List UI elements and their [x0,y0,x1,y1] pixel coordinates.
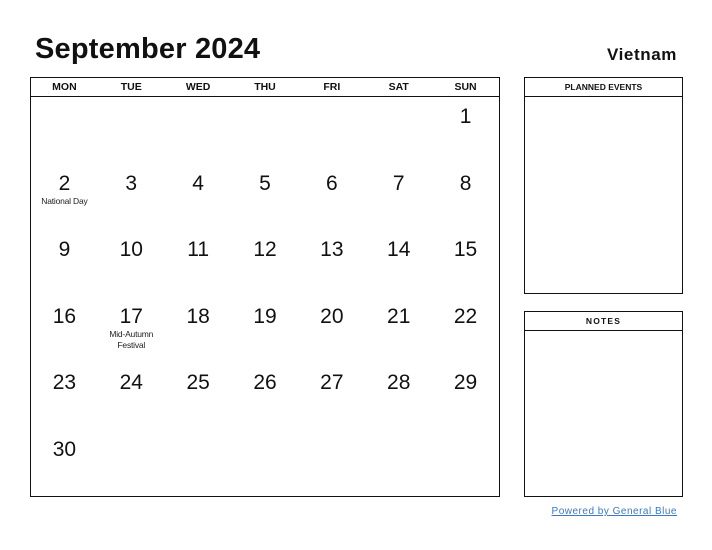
day-cell: 1 [432,97,499,164]
weekday-sun: SUN [454,81,477,93]
country-label: Vietnam [606,45,677,64]
day-number: 18 [186,304,210,328]
day-cell: 9 [31,230,98,297]
day-cell: 11 [165,230,232,297]
day-number: 28 [387,371,411,394]
day-number: 12 [253,238,277,261]
day-number: 10 [119,238,143,261]
empty-day-cell [298,97,365,164]
empty-day-cell [165,97,232,164]
day-cell: 10 [98,230,165,297]
day-cell: 2 National Day [31,164,98,231]
calendar-body: 1 2 National Day 3 4 5 6 7 8 9 10 11 12 13 14 15 16 17 Mid… [31,97,499,496]
day-number: 4 [192,171,204,195]
day-cell: 4 [165,164,232,231]
day-number: 26 [253,371,277,394]
day-cell: 29 [432,363,499,430]
day-cell: 19 [232,297,299,364]
day-cell: 14 [365,230,432,297]
holiday-label: National Day [41,195,88,206]
weekday-fri: FRI [323,81,341,93]
empty-day-cell [98,97,165,164]
empty-day-cell [31,97,98,164]
day-number: 24 [119,371,143,394]
day-number: 5 [259,171,271,195]
weekday-mon: MON [52,81,77,93]
day-cell: 25 [165,363,232,430]
day-number: 23 [52,371,77,394]
day-cell: 22 [432,297,499,364]
weekday-wed: WED [185,81,211,93]
planned-events-box: PLANNED EVENTS [524,77,683,294]
day-cell: 27 [298,363,365,430]
empty-day-cell [365,430,432,497]
empty-day-cell [98,430,165,497]
page-title: September 2024 [35,33,261,65]
day-number: 22 [453,304,478,328]
day-cell: 13 [298,230,365,297]
day-number: 27 [320,371,344,394]
weekday-header: MON TUE WED THU FRI SAT SUN [31,78,499,97]
day-number: 21 [387,304,411,328]
day-cell: 8 [432,164,499,231]
day-number: 29 [453,371,478,394]
day-number: 25 [186,371,210,394]
day-cell: 7 [365,164,432,231]
planned-events-heading: PLANNED EVENTS [525,78,682,97]
day-number: 15 [453,238,478,261]
calendar-grid: MON TUE WED THU FRI SAT SUN 1 2 National D… [30,77,500,497]
day-cell: 6 [298,164,365,231]
day-number: 8 [459,171,472,195]
day-number: 30 [52,437,77,461]
day-number: 1 [459,105,472,128]
day-number: 19 [253,304,277,328]
notes-box: NOTES [524,311,683,497]
empty-day-cell [232,97,299,164]
day-cell: 20 [298,297,365,364]
empty-day-cell [298,430,365,497]
day-cell: 18 [165,297,232,364]
day-number: 20 [320,304,344,328]
day-cell: 23 [31,363,98,430]
day-cell: 5 [232,164,299,231]
powered-by-link[interactable]: Powered by General Blue [552,506,677,517]
day-cell: 21 [365,297,432,364]
weekday-sat: SAT [388,81,409,93]
empty-day-cell [432,430,499,497]
day-cell: 28 [365,363,432,430]
notes-heading: NOTES [525,312,682,331]
day-number: 11 [187,238,210,261]
empty-day-cell [365,97,432,164]
day-cell: 15 [432,230,499,297]
day-cell: 16 [31,297,98,364]
day-number: 3 [125,171,138,195]
day-number: 7 [392,171,405,195]
day-cell: 26 [232,363,299,430]
weekday-tue: TUE [120,81,142,93]
day-number: 13 [320,238,344,261]
empty-day-cell [165,430,232,497]
day-cell: 24 [98,363,165,430]
day-cell: 17 Mid-Autumn Festival [98,297,165,364]
holiday-label: Mid-Autumn Festival [109,328,154,350]
day-number: 9 [58,238,71,261]
weekday-thu: THU [254,81,276,93]
day-number: 14 [387,238,411,261]
empty-day-cell [232,430,299,497]
day-cell: 12 [232,230,299,297]
day-number: 2 [58,171,71,195]
day-number: 17 [119,304,143,328]
day-number: 16 [52,304,77,328]
day-cell: 30 [31,430,98,497]
day-number: 6 [326,171,338,195]
day-cell: 3 [98,164,165,231]
